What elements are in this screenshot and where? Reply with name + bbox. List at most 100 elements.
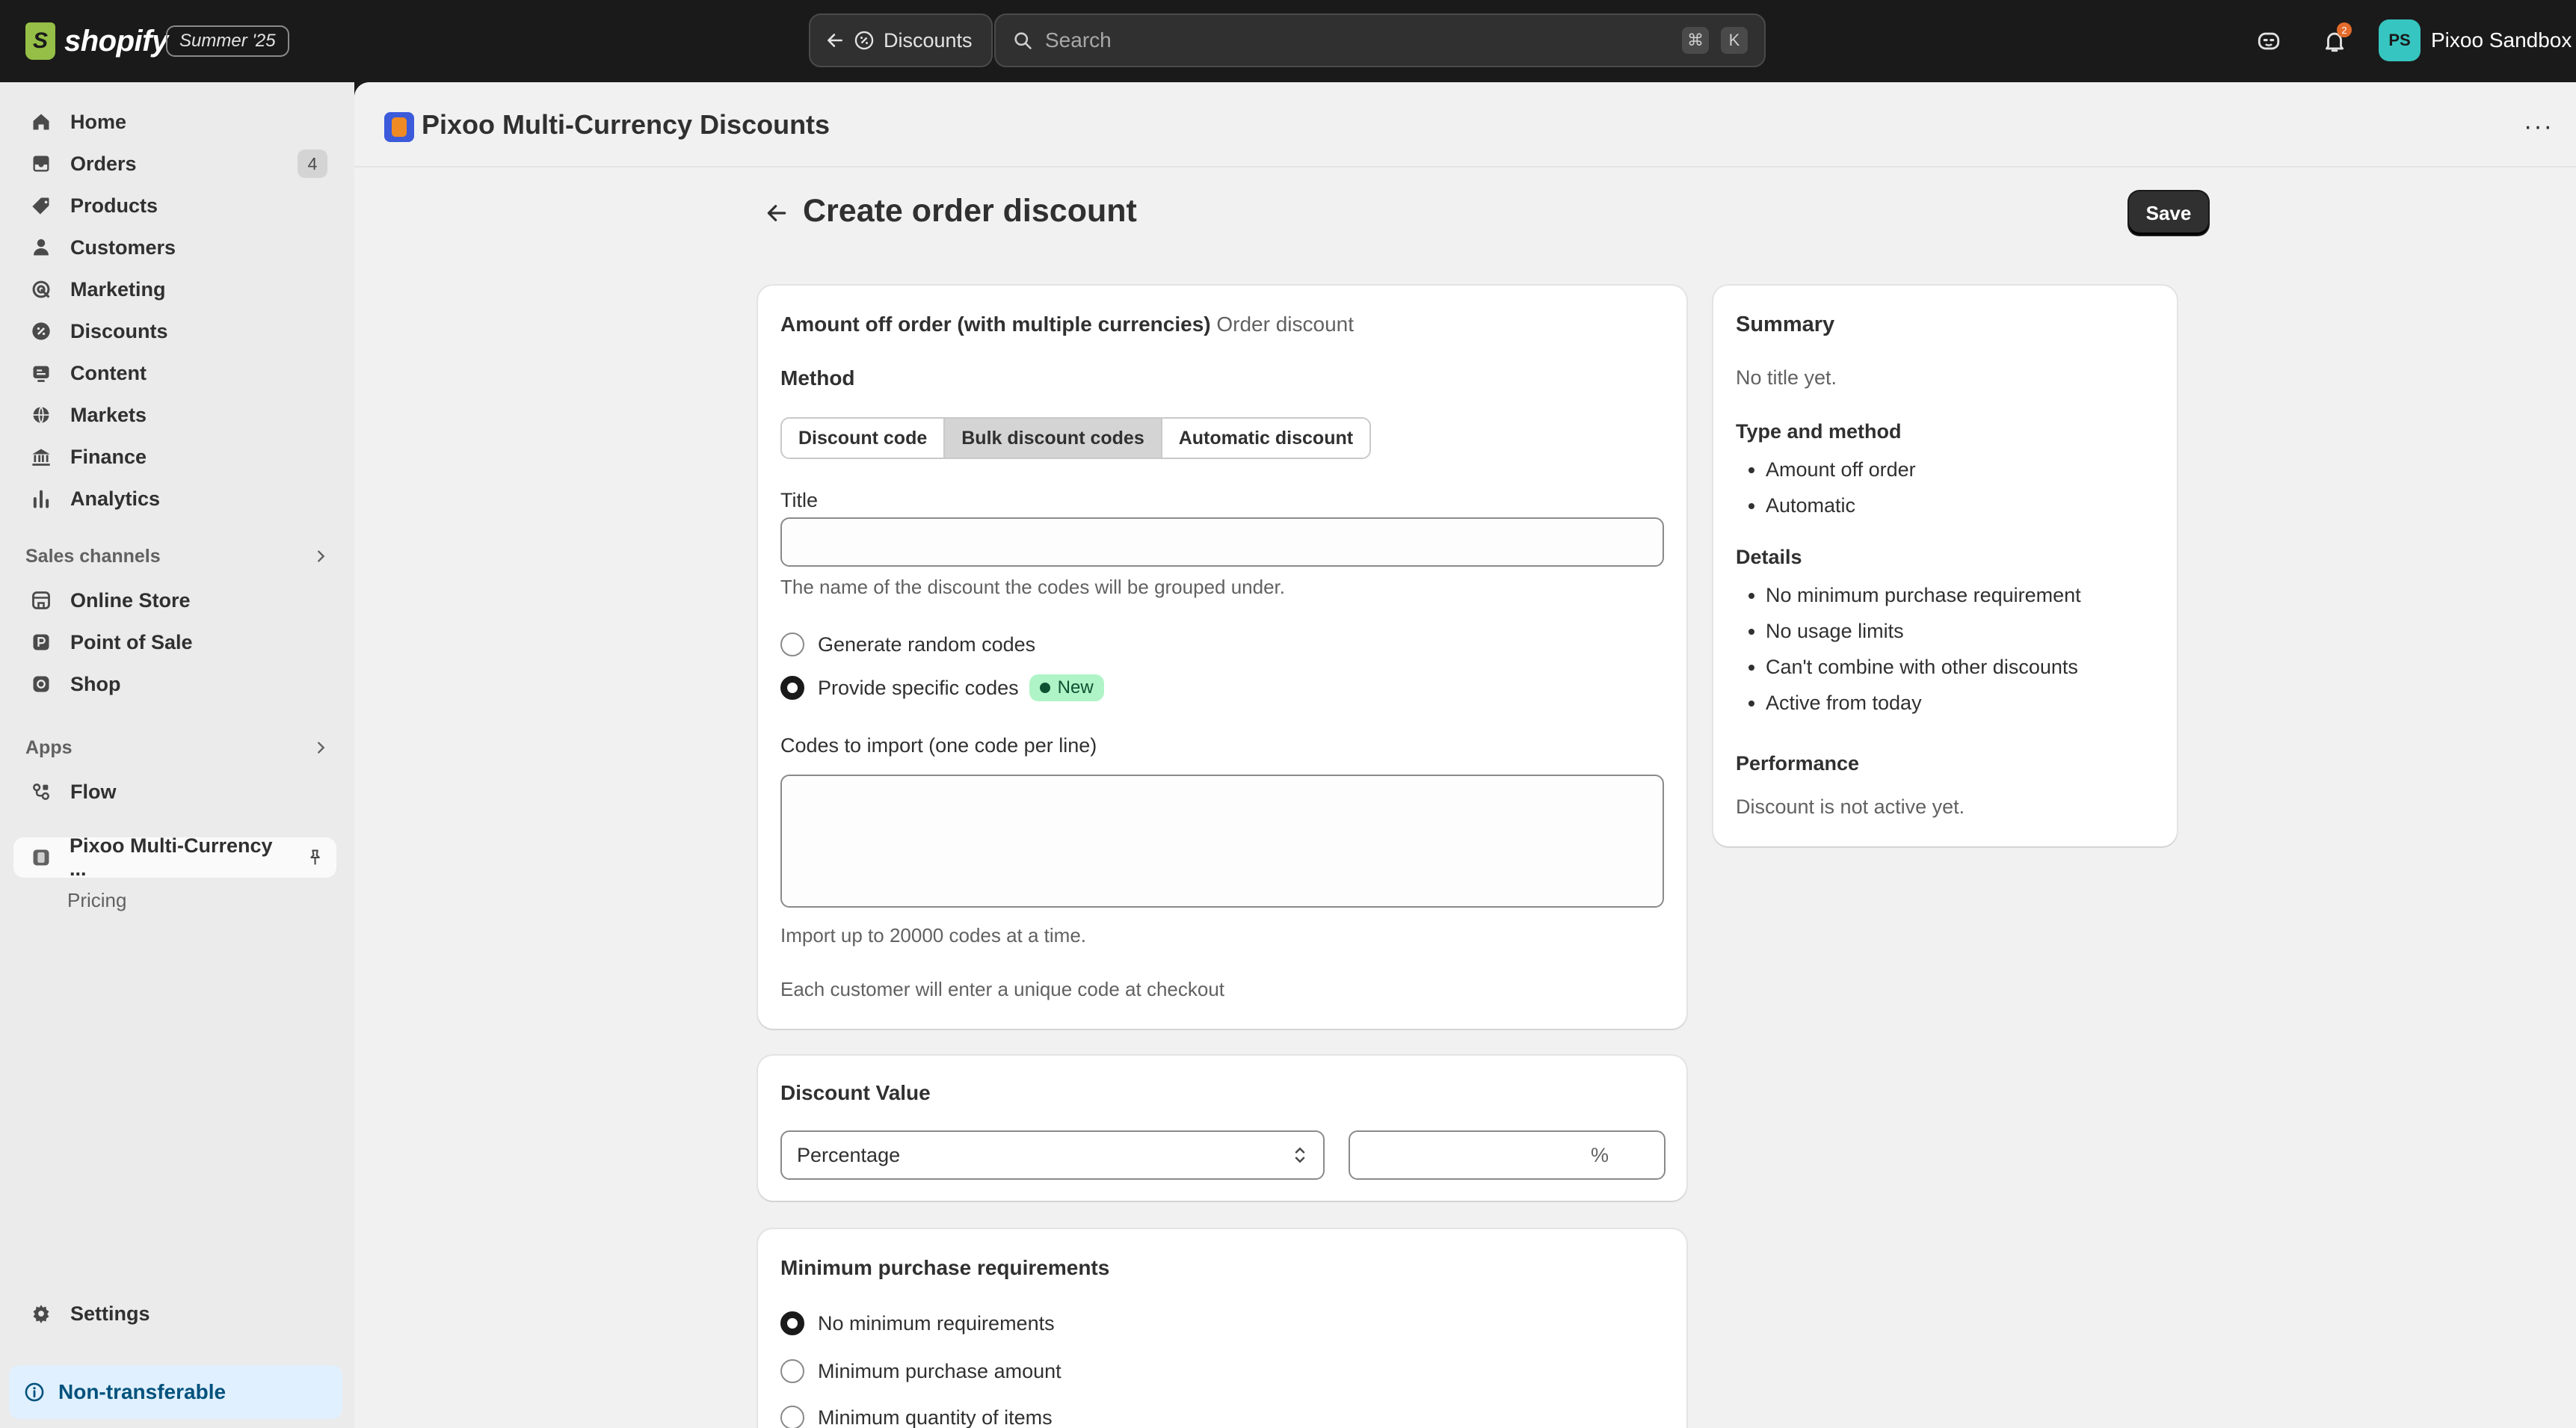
radio-button[interactable] bbox=[780, 1406, 804, 1428]
discount-value-card: Discount Value Percentage % bbox=[758, 1056, 1686, 1201]
sidebar-item-label: Marketing bbox=[70, 277, 166, 301]
radio-label: Minimum quantity of items bbox=[818, 1406, 1053, 1428]
codes-label: Codes to import (one code per line) bbox=[780, 734, 1097, 757]
summary-details-heading: Details bbox=[1736, 546, 1802, 568]
sidebar-item-finance[interactable]: Finance bbox=[13, 437, 336, 477]
select-arrows-icon bbox=[1295, 1147, 1305, 1163]
notification-count: 2 bbox=[2337, 22, 2352, 37]
discount-type-subtitle: Order discount bbox=[1216, 313, 1355, 336]
sidebar-item-home[interactable]: Home bbox=[13, 102, 336, 142]
pixoo-app-icon bbox=[384, 112, 414, 142]
sidebar-item-discounts[interactable]: Discounts bbox=[13, 311, 336, 351]
method-discount-code[interactable]: Discount code bbox=[782, 419, 946, 458]
method-bulk-discount-codes[interactable]: Bulk discount codes bbox=[945, 419, 1162, 458]
content-icon bbox=[30, 362, 52, 384]
sidebar-item-analytics[interactable]: Analytics bbox=[13, 478, 336, 519]
discount-badge-icon bbox=[30, 320, 52, 342]
radio-minimum-amount[interactable]: Minimum purchase amount bbox=[780, 1359, 1061, 1383]
inbox-icon bbox=[30, 153, 52, 175]
list-item: No usage limits bbox=[1766, 613, 2081, 649]
new-badge: New bbox=[1029, 674, 1104, 701]
radio-button[interactable] bbox=[780, 633, 804, 656]
non-transferable-banner[interactable]: Non-transferable bbox=[9, 1365, 342, 1419]
save-button[interactable]: Save bbox=[2129, 191, 2208, 235]
summary-no-title: No title yet. bbox=[1736, 366, 1837, 389]
sidebar-item-point-of-sale[interactable]: Point of Sale bbox=[13, 622, 336, 662]
sidebar-item-label: Orders bbox=[70, 152, 137, 175]
global-search[interactable]: ⌘ K bbox=[994, 13, 1766, 67]
minimum-requirements-heading: Minimum purchase requirements bbox=[780, 1256, 1110, 1279]
summary-details-list: No minimum purchase requirement No usage… bbox=[1766, 577, 2081, 721]
checkout-help-text: Each customer will enter a unique code a… bbox=[780, 978, 1225, 1000]
sidebar-item-shop[interactable]: Shop bbox=[13, 664, 336, 704]
sidebar-item-orders[interactable]: Orders 4 bbox=[13, 144, 336, 184]
edition-badge[interactable]: Summer '25 bbox=[166, 25, 289, 57]
person-icon bbox=[30, 236, 52, 259]
sidebar-item-flow[interactable]: Flow bbox=[13, 772, 336, 812]
sidebar-item-label: Online Store bbox=[70, 588, 191, 612]
pos-icon bbox=[30, 631, 52, 653]
radio-button[interactable] bbox=[780, 1359, 804, 1383]
sidebar: Home Orders 4 Products Customers Marketi… bbox=[0, 82, 354, 1428]
arrow-left-icon bbox=[828, 34, 842, 47]
sidebar-item-marketing[interactable]: Marketing bbox=[13, 269, 336, 310]
pin-icon[interactable] bbox=[306, 848, 324, 867]
radio-generate-random-codes[interactable]: Generate random codes bbox=[780, 633, 1035, 656]
radio-button[interactable] bbox=[780, 1311, 804, 1335]
title-help-text: The name of the discount the codes will … bbox=[780, 576, 1285, 598]
chevron-right-icon bbox=[318, 742, 325, 754]
page-title: Create order discount bbox=[803, 193, 1137, 229]
method-segmented-control: Discount code Bulk discount codes Automa… bbox=[780, 417, 1372, 459]
codes-textarea[interactable] bbox=[780, 775, 1664, 908]
back-button[interactable] bbox=[758, 194, 795, 232]
shopify-logo[interactable]: shopify bbox=[25, 21, 168, 61]
radio-no-minimum[interactable]: No minimum requirements bbox=[780, 1311, 1055, 1335]
top-bar: shopify Summer '25 Discounts ⌘ K 2 PS Pi… bbox=[0, 0, 2576, 82]
radio-minimum-quantity[interactable]: Minimum quantity of items bbox=[780, 1406, 1053, 1428]
radio-label: Generate random codes bbox=[818, 633, 1036, 656]
sidekick-button[interactable] bbox=[2250, 22, 2287, 60]
discount-type-select[interactable]: Percentage bbox=[780, 1130, 1325, 1180]
sidebar-item-label: Finance bbox=[70, 445, 147, 468]
kbd-command: ⌘ bbox=[1682, 27, 1709, 54]
radio-provide-specific-codes[interactable]: Provide specific codes New bbox=[780, 674, 1104, 701]
sidebar-item-pixoo-app[interactable]: Pixoo Multi-Currency ... bbox=[13, 834, 336, 880]
list-item: Active from today bbox=[1766, 685, 2081, 721]
chevron-right-icon bbox=[318, 550, 325, 562]
discount-amount-input[interactable] bbox=[1350, 1143, 1591, 1167]
method-heading: Method bbox=[780, 366, 855, 390]
apps-section[interactable]: Apps bbox=[25, 733, 336, 763]
shop-app-icon bbox=[30, 673, 52, 695]
search-input[interactable] bbox=[1045, 28, 1670, 52]
sales-channels-section[interactable]: Sales channels bbox=[25, 541, 336, 571]
app-header: Pixoo Multi-Currency Discounts ··· bbox=[354, 82, 2576, 167]
page-header: Create order discount Save bbox=[758, 184, 2208, 244]
store-menu[interactable]: PS Pixoo Sandbox bbox=[2379, 19, 2572, 61]
radio-button[interactable] bbox=[780, 676, 804, 700]
sidebar-item-label: Shop bbox=[70, 672, 121, 695]
list-item: Amount off order bbox=[1766, 452, 1916, 487]
discount-amount-field[interactable]: % bbox=[1349, 1130, 1666, 1180]
title-input[interactable] bbox=[780, 517, 1664, 567]
new-badge-label: New bbox=[1057, 677, 1094, 698]
sidekick-icon bbox=[2258, 32, 2280, 50]
more-actions-button[interactable]: ··· bbox=[2524, 112, 2554, 141]
sidebar-item-markets[interactable]: Markets bbox=[13, 395, 336, 435]
summary-performance-heading: Performance bbox=[1736, 752, 1860, 775]
sidebar-item-settings[interactable]: Settings bbox=[13, 1293, 336, 1334]
sidebar-item-online-store[interactable]: Online Store bbox=[13, 580, 336, 621]
brand-wordmark: shopify bbox=[64, 24, 168, 58]
radio-label: Minimum purchase amount bbox=[818, 1359, 1061, 1382]
title-label: Title bbox=[780, 489, 819, 511]
back-to-discounts-button[interactable]: Discounts bbox=[809, 13, 993, 67]
section-label: Sales channels bbox=[25, 545, 161, 567]
select-value: Percentage bbox=[797, 1143, 901, 1166]
notifications-button[interactable]: 2 bbox=[2316, 22, 2353, 60]
sidebar-item-products[interactable]: Products bbox=[13, 185, 336, 226]
sidebar-item-content[interactable]: Content bbox=[13, 353, 336, 393]
method-automatic-discount[interactable]: Automatic discount bbox=[1162, 419, 1370, 458]
sidebar-subitem-pricing[interactable]: Pricing bbox=[67, 884, 126, 917]
sidebar-item-customers[interactable]: Customers bbox=[13, 227, 336, 268]
gear-icon bbox=[30, 1302, 52, 1325]
globe-icon bbox=[30, 404, 52, 426]
